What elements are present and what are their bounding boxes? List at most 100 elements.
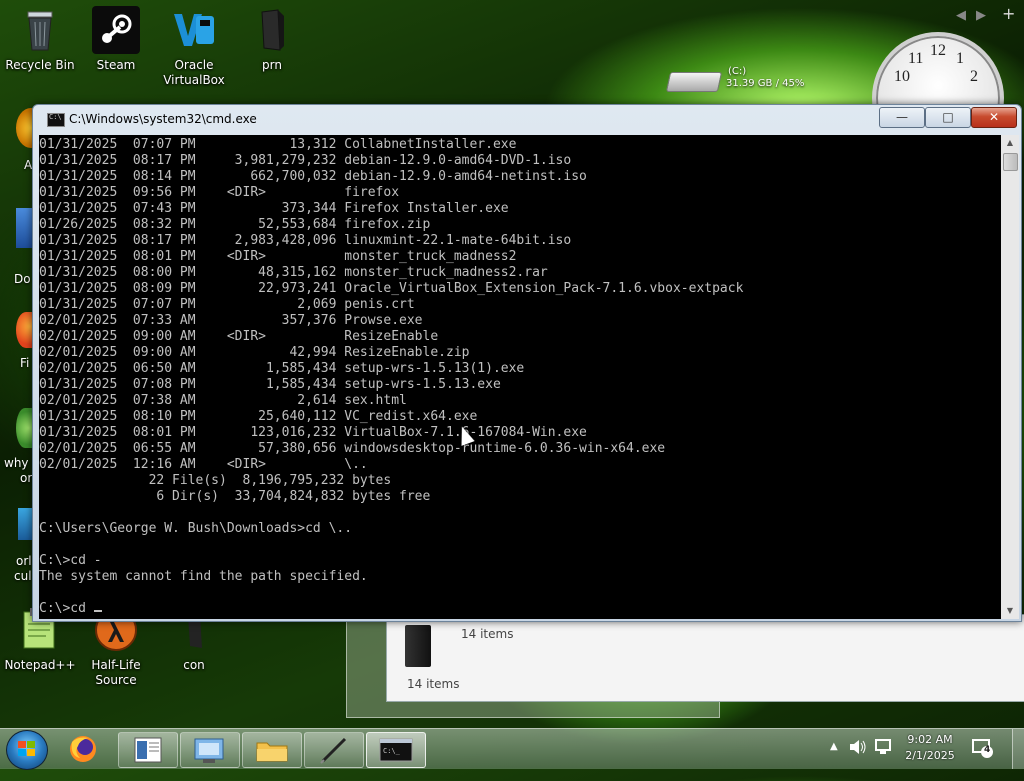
maximize-button[interactable]: □ [925,107,971,128]
desktop-icon-partial-label: orl [16,554,32,568]
firefox-icon [70,736,96,762]
console-line: 01/31/2025 08:00 PM 48,315,162 monster_t… [39,265,548,280]
console-line: 02/01/2025 06:50 AM 1,585,434 setup-wrs-… [39,361,525,376]
desktop-icon-partial-label: cul [14,569,32,583]
taskbar-date: 2/1/2025 [905,749,955,762]
desktop-icon-oracle-virtualbox[interactable]: Oracle VirtualBox [154,6,234,88]
close-button[interactable]: ✕ [971,107,1017,128]
taskbar-firefox[interactable] [54,732,112,766]
cmd-window[interactable]: C:\Windows\system32\cmd.exe — □ ✕ 01/31/… [32,104,1022,622]
taskbar-explorer-window[interactable] [118,732,178,768]
hard-drive-icon [665,72,723,92]
scroll-up-icon[interactable]: ▲ [1001,135,1019,151]
drive-usage: 31.39 GB / 45% [726,78,805,89]
title-bar[interactable]: C:\Windows\system32\cmd.exe — □ ✕ [33,105,1021,133]
desktop-icon-label: prn [262,58,282,72]
notification-count: 4 [984,745,991,755]
recycle-bin-icon [16,6,64,54]
window-title: C:\Windows\system32\cmd.exe [69,112,257,126]
windows-logo-icon [18,741,36,757]
console-line: 01/31/2025 08:17 PM 3,981,279,232 debian… [39,153,572,168]
console-line: C:\>cd - [39,553,102,568]
taskbar-cmd[interactable]: C:\_ [366,732,426,768]
console-line: 01/31/2025 07:07 PM 13,312 CollabnetInst… [39,137,517,152]
network-icon[interactable] [874,737,896,777]
taskbar-time: 9:02 AM [907,733,953,746]
steam-icon [92,6,140,54]
minimize-button[interactable]: — [879,107,925,128]
console-line: C:\Users\George W. Bush\Downloads>cd \.. [39,521,353,536]
console-line: 01/31/2025 07:07 PM 2,069 penis.crt [39,297,415,312]
scroll-thumb[interactable] [1003,153,1018,171]
taskbar-clock[interactable]: 9:02 AM 2/1/2025 [900,732,960,764]
gadget-prev-icon[interactable]: ◀ [956,8,966,23]
clock-number: 11 [908,50,924,67]
folder-icon [405,625,431,667]
console-line: 01/26/2025 08:32 PM 52,553,684 firefox.z… [39,217,431,232]
desktop-icon-partial-label: why [4,456,29,470]
console-line: 01/31/2025 08:01 PM <DIR> monster_truck_… [39,249,517,264]
start-button[interactable] [6,730,48,770]
console-output[interactable]: 01/31/2025 07:07 PM 13,312 CollabnetInst… [39,135,1001,619]
vertical-scrollbar[interactable]: ▲ ▼ [1001,135,1019,619]
desktop-icon-prn[interactable]: prn [232,6,312,73]
desktop-icon-label: Recycle Bin [5,58,75,72]
virtualbox-icon [170,6,218,54]
desktop-icon-recycle-bin[interactable]: Recycle Bin [0,6,80,73]
console-line: 02/01/2025 07:33 AM 357,376 Prowse.exe [39,313,423,328]
text-cursor [93,610,102,612]
desktop-icon-partial[interactable] [16,208,32,248]
desktop-icon-partial-label: A [24,158,33,172]
desktop-icon-label: Notepad++ [4,658,76,672]
scroll-down-icon[interactable]: ▼ [1001,603,1019,619]
taskbar: C:\_ ▲ 9:02 AM 2/1/2025 4 [0,728,1024,770]
status-bar-items-count: 14 items [407,677,460,691]
drive-name: (C:) [728,66,747,77]
desktop-icon-label: con [183,658,205,672]
console-line: 02/01/2025 09:00 AM 42,994 ResizeEnable.… [39,345,470,360]
console-line: 01/31/2025 08:01 PM 123,016,232 VirtualB… [39,425,587,440]
volume-icon[interactable] [848,737,868,777]
items-count: 14 items [461,627,514,641]
pen-icon [320,737,347,764]
desktop-icon-label: Half-Life Source [91,658,141,687]
show-hidden-icons-button[interactable]: ▲ [830,741,838,781]
console-line: 01/31/2025 08:10 PM 25,640,112 VC_redist… [39,409,478,424]
show-desktop-button[interactable] [1012,729,1024,769]
cmd-icon: C:\_ [379,738,413,762]
console-line: 01/31/2025 07:08 PM 1,585,434 setup-wrs-… [39,377,501,392]
taskbar-file-explorer[interactable] [242,732,302,768]
console-line: The system cannot find the path specifie… [39,569,368,584]
desktop-icon-label: Oracle VirtualBox [163,58,225,87]
desktop-icon-partial-label: or [20,471,33,485]
console-line: 01/31/2025 09:56 PM <DIR> firefox [39,185,400,200]
console-line: 22 File(s) 8,196,795,232 bytes [39,473,392,488]
notification-center-icon[interactable]: 4 [972,739,994,758]
clock-number: 10 [894,68,910,85]
gadget-next-icon[interactable]: ▶ [976,8,986,23]
console-line: C:\>cd [39,601,94,616]
desktop-icon-steam[interactable]: Steam [76,6,156,73]
explorer-window[interactable]: 14 items 14 items [386,614,1024,702]
folder-icon [248,6,296,54]
console-line: 01/31/2025 08:09 PM 22,973,241 Oracle_Vi… [39,281,744,296]
clock-number: 12 [930,42,946,59]
console-line: 02/01/2025 09:00 AM <DIR> ResizeEnable [39,329,439,344]
gadget-add-icon[interactable]: + [1002,4,1015,23]
clock-number: 2 [970,68,978,85]
desktop-icon-partial-label: Do [14,272,31,286]
taskbar-notepad[interactable] [304,732,364,768]
taskbar-virtualbox[interactable] [180,732,240,768]
console-line: 6 Dir(s) 33,704,824,832 bytes free [39,489,431,504]
virtualbox-icon [194,738,224,763]
svg-text:C:\_: C:\_ [383,747,401,755]
desktop-icon-label: Steam [96,58,136,72]
console-text: 01/31/2025 07:07 PM 13,312 CollabnetInst… [39,135,1001,617]
desktop-icon-partial-label: Fi [20,356,30,370]
console-line: 01/31/2025 08:14 PM 662,700,032 debian-1… [39,169,587,184]
console-line: 02/01/2025 07:38 AM 2,614 sex.html [39,393,407,408]
cmd-icon [47,113,65,127]
console-line: 01/31/2025 08:17 PM 2,983,428,096 linuxm… [39,233,572,248]
console-line: 01/31/2025 07:43 PM 373,344 Firefox Inst… [39,201,509,216]
console-line: 02/01/2025 12:16 AM <DIR> \.. [39,457,368,472]
